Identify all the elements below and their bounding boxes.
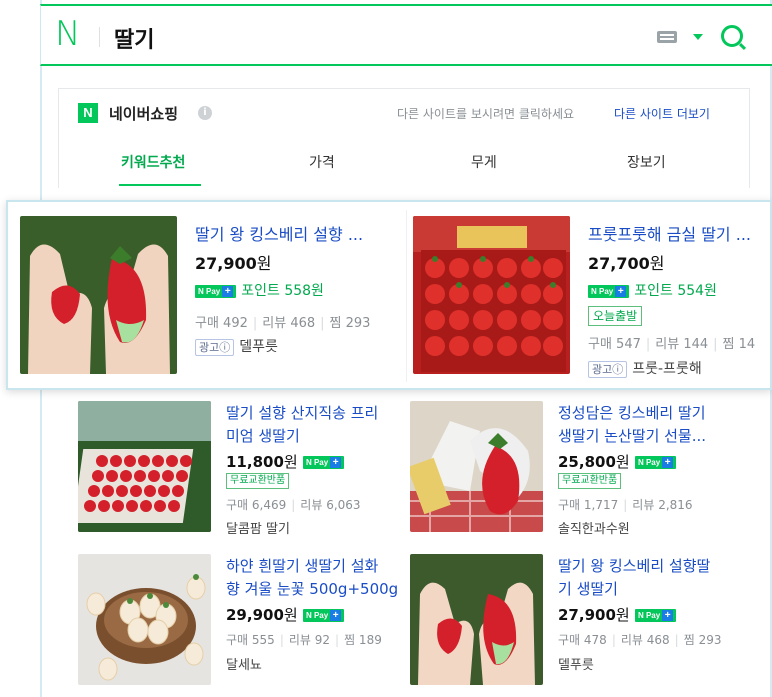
featured-product-strip: 딸기 왕 킹스베리 설향 ... 27,900원 N Pay + 포인트 558원 … xyxy=(6,200,772,390)
tab-weight[interactable]: 무게 xyxy=(471,152,497,172)
product-meta: 구매 555 | 리뷰 92 | 찜 189 xyxy=(226,633,382,647)
product-name[interactable]: 정성담은 킹스베리 딸기 생딸기 논산딸기 선물... xyxy=(558,402,706,448)
featured-product-name[interactable]: 프룻프룻해 금실 딸기 ... xyxy=(588,223,751,246)
product-meta: 구매 6,469 | 리뷰 6,063 xyxy=(226,498,361,512)
tab-keyword[interactable]: 키워드추천 xyxy=(121,152,185,172)
npay-badge: N Pay + xyxy=(588,284,630,298)
featured-point: N Pay + 포인트 558원 xyxy=(195,280,324,300)
store-name[interactable]: 솔직한과수원 xyxy=(558,518,630,537)
tab-active-underline xyxy=(119,184,201,186)
featured-point: N Pay + 포인트 554원 xyxy=(588,280,717,300)
store-name[interactable]: 달세뇨 xyxy=(226,654,262,673)
product-image[interactable] xyxy=(78,401,211,532)
shopping-tabs: 키워드추천 가격 무게 장보기 xyxy=(59,140,749,188)
store-name[interactable]: 델푸릇 xyxy=(558,654,594,673)
featured-product-price: 27,900원 xyxy=(195,254,272,273)
product-meta: 구매 1,717 | 리뷰 2,816 xyxy=(558,498,693,512)
featured-store: 광고ⓘ 델푸릇 xyxy=(195,336,278,356)
product-image[interactable] xyxy=(410,554,543,685)
featured-meta: 구매 547 | 리뷰 144 | 찜 14 xyxy=(588,337,756,352)
npay-badge: N Pay + xyxy=(302,456,345,469)
other-site-hint: 다른 사이트를 보시려면 클릭하세요 xyxy=(397,107,575,121)
featured-meta: 구매 492 | 리뷰 468 | 찜 293 xyxy=(195,316,371,331)
store-name[interactable]: 델푸릇 xyxy=(239,339,278,355)
info-icon[interactable]: i xyxy=(198,106,212,120)
npay-badge: N Pay + xyxy=(634,609,677,622)
featured-store: 광고ⓘ 프룻-프룻해 xyxy=(588,358,702,378)
featured-product-name[interactable]: 딸기 왕 킹스베리 설향 ... xyxy=(195,223,363,246)
product-meta: 구매 478 | 리뷰 468 | 찜 293 xyxy=(558,633,722,647)
featured-product-price: 27,700원 xyxy=(588,254,665,273)
product-price: 29,900원 N Pay + xyxy=(226,604,345,625)
featured-product-image[interactable] xyxy=(413,216,570,374)
store-name[interactable]: 달콤팜 딸기 xyxy=(226,518,290,537)
store-name[interactable]: 프룻-프룻해 xyxy=(632,361,701,377)
search-input[interactable]: 딸기 xyxy=(114,22,154,54)
free-return-badge: 무료교환반품 xyxy=(226,473,290,489)
shopping-title[interactable]: 네이버쇼핑 xyxy=(109,103,178,124)
search-divider xyxy=(99,27,100,47)
search-bar: N 딸기 xyxy=(40,4,772,66)
ad-badge[interactable]: 광고ⓘ xyxy=(588,361,628,378)
featured-divider xyxy=(406,210,407,382)
product-name[interactable]: 딸기 왕 킹스베리 설향딸 기 생딸기 xyxy=(558,555,710,601)
tab-grocery[interactable]: 장보기 xyxy=(627,152,666,172)
free-return-badge: 무료교환반품 xyxy=(558,473,622,489)
other-site-more-link[interactable]: 다른 사이트 더보기 xyxy=(614,105,710,122)
product-price: 25,800원 N Pay + xyxy=(558,451,677,472)
product-image[interactable] xyxy=(78,554,211,685)
product-price: 27,900원 N Pay + xyxy=(558,604,677,625)
featured-product-image[interactable] xyxy=(20,216,177,374)
naver-shopping-icon: N xyxy=(78,103,98,123)
tab-price[interactable]: 가격 xyxy=(309,152,335,172)
naver-logo[interactable]: N xyxy=(55,14,80,54)
search-icon[interactable] xyxy=(721,25,743,47)
dropdown-arrow-icon[interactable] xyxy=(693,34,703,40)
npay-badge: N Pay + xyxy=(195,284,237,298)
product-price: 11,800원 N Pay + xyxy=(226,451,345,472)
product-name[interactable]: 딸기 설향 산지직송 프리 미엄 생딸기 xyxy=(226,402,378,448)
ad-badge[interactable]: 광고ⓘ xyxy=(195,339,235,356)
npay-badge: N Pay + xyxy=(634,456,677,469)
keyboard-icon[interactable] xyxy=(657,31,677,43)
today-ship-badge: 오늘출발 xyxy=(588,306,643,326)
product-name[interactable]: 하얀 흰딸기 생딸기 설화 향 겨울 눈꽃 500g+500g xyxy=(226,555,398,601)
npay-badge: N Pay + xyxy=(302,609,345,622)
product-image[interactable] xyxy=(410,401,543,532)
